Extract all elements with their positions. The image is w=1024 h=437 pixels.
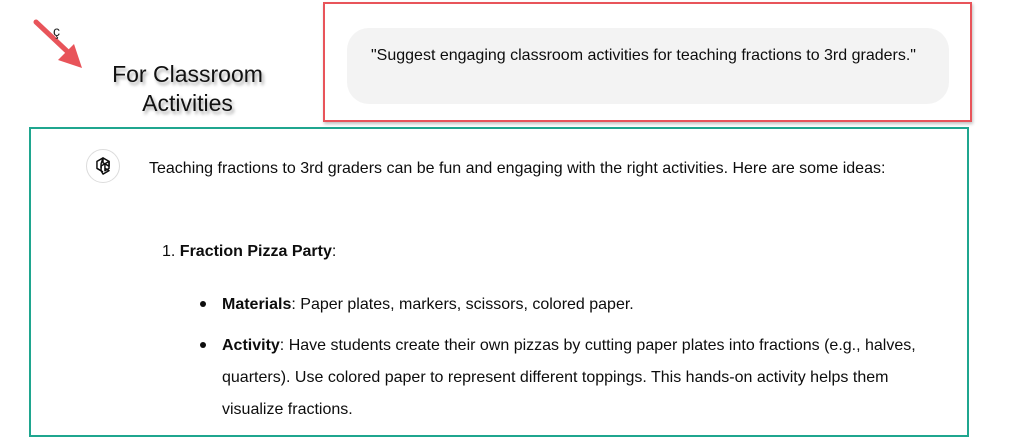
red-arrow-annotation (33, 19, 82, 68)
user-message-text: "Suggest engaging classroom activities f… (371, 47, 916, 64)
bullet-label: Activity (222, 337, 280, 354)
list-item-title: Fraction Pizza Party (179, 243, 332, 260)
bullet-content: Materials: Paper plates, markers, scisso… (222, 289, 942, 321)
stray-mark: ç (53, 23, 60, 39)
bullet-text: : Have students create their own pizzas … (222, 337, 916, 418)
assistant-avatar (86, 149, 120, 183)
list-item-suffix: : (331, 243, 337, 260)
bullet-dot (200, 301, 206, 307)
bullet-label: Materials (222, 296, 292, 313)
user-message-bubble: "Suggest engaging classroom activities f… (347, 28, 949, 104)
bullet-dot (200, 342, 206, 348)
list-item-heading: 1. Fraction Pizza Party: (162, 238, 336, 266)
annotation-caption: For Classroom Activities (112, 61, 263, 116)
bullet-content: Activity: Have students create their own… (222, 330, 942, 426)
openai-logo-icon (96, 157, 110, 175)
bullet-text: : Paper plates, markers, scissors, color… (291, 296, 634, 313)
list-item-number: 1. (162, 243, 176, 260)
assistant-intro: Teaching fractions to 3rd graders can be… (149, 160, 886, 177)
